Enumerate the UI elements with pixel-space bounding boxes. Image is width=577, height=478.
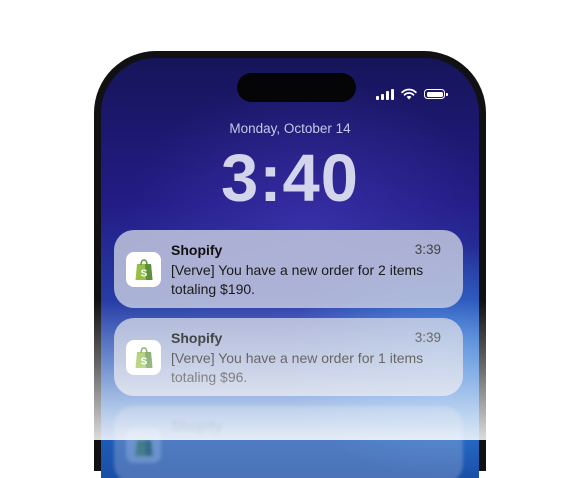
shopify-bag-icon: S bbox=[126, 340, 161, 375]
notification-card[interactable]: Shopify bbox=[114, 406, 463, 478]
shopify-bag-icon bbox=[126, 428, 161, 463]
notification-card[interactable]: S Shopify 3:39 [Verve] You have a new or… bbox=[114, 318, 463, 396]
svg-text:S: S bbox=[140, 268, 147, 279]
notification-card[interactable]: S Shopify 3:39 [Verve] You have a new or… bbox=[114, 230, 463, 308]
notification-app-name: Shopify bbox=[171, 330, 223, 346]
lockscreen-clock: 3:40 bbox=[220, 141, 360, 216]
notification-app-name: Shopify bbox=[171, 242, 223, 258]
dynamic-island bbox=[237, 73, 356, 102]
cellular-signal-icon bbox=[376, 88, 394, 100]
shopify-bag-icon: S bbox=[126, 252, 161, 287]
phone-frame: Monday, October 14 3:40 S Shopify 3:39 [… bbox=[94, 51, 486, 478]
lock-screen: Monday, October 14 3:40 S Shopify 3:39 [… bbox=[101, 58, 479, 478]
status-bar bbox=[376, 88, 448, 100]
notification-time: 3:39 bbox=[414, 242, 441, 257]
battery-icon bbox=[424, 89, 448, 99]
notification-time: 3:39 bbox=[414, 330, 441, 345]
wifi-icon bbox=[401, 88, 417, 100]
lockscreen-date: Monday, October 14 bbox=[229, 121, 351, 136]
svg-text:S: S bbox=[140, 356, 147, 367]
notification-message: [Verve] You have a new order for 2 items… bbox=[171, 262, 424, 297]
notification-message: [Verve] You have a new order for 1 items… bbox=[171, 350, 424, 385]
